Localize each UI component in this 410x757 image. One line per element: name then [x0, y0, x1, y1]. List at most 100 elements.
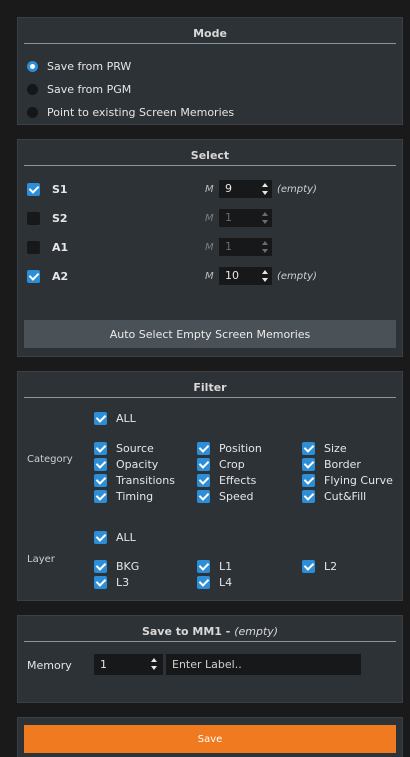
- radio-button[interactable]: [27, 83, 38, 95]
- memory-number-input[interactable]: 9: [219, 180, 272, 198]
- select-row-s1: S1 M 9 (empty): [27, 180, 397, 198]
- select-row-s2: S2 M 1: [27, 209, 397, 227]
- checkbox-label: BKG: [116, 559, 140, 573]
- checkbox-label: Size: [324, 441, 347, 455]
- mode-panel: Mode Save from PRW Save from PGM Point t…: [17, 17, 403, 125]
- filter-title: Filter: [193, 381, 227, 394]
- checkbox-label: Flying Curve: [324, 473, 393, 487]
- checkbox[interactable]: [302, 489, 315, 503]
- category-source[interactable]: Source: [94, 441, 154, 455]
- category-speed[interactable]: Speed: [197, 489, 253, 503]
- radio-label: Save from PGM: [47, 82, 132, 96]
- memory-number-input[interactable]: 1: [219, 209, 272, 227]
- layer-l1[interactable]: L1: [197, 559, 232, 573]
- category-position[interactable]: Position: [197, 441, 262, 455]
- memory-number-value: 1: [100, 658, 107, 671]
- checkbox-label: L3: [116, 575, 130, 589]
- category-cut-fill[interactable]: Cut&Fill: [302, 489, 366, 503]
- radio-save-from-pgm[interactable]: Save from PGM: [27, 81, 131, 97]
- checkbox[interactable]: [94, 473, 107, 487]
- save-button[interactable]: Save: [24, 725, 396, 753]
- radio-save-from-prw[interactable]: Save from PRW: [27, 58, 131, 74]
- radio-button[interactable]: [27, 60, 38, 72]
- m-label: M: [205, 241, 214, 253]
- category-transitions[interactable]: Transitions: [94, 473, 175, 487]
- save-to-note: (empty): [234, 625, 279, 638]
- category-border[interactable]: Border: [302, 457, 361, 471]
- checkbox-s1[interactable]: [27, 182, 40, 196]
- checkbox-s2[interactable]: [27, 211, 40, 225]
- memory-number-value: 9: [225, 182, 232, 195]
- checkbox[interactable]: [94, 457, 107, 471]
- select-header: Select: [24, 149, 396, 166]
- category-flying-curve[interactable]: Flying Curve: [302, 473, 393, 487]
- checkbox[interactable]: [94, 489, 107, 503]
- checkbox[interactable]: [197, 489, 210, 503]
- category-all-checkbox[interactable]: ALL: [94, 411, 136, 425]
- checkbox[interactable]: [94, 441, 107, 455]
- memory-number-input[interactable]: 1: [219, 238, 272, 256]
- checkbox[interactable]: [94, 575, 107, 589]
- select-row-a2: A2 M 10 (empty): [27, 267, 397, 285]
- checkbox-label: Cut&Fill: [324, 489, 367, 503]
- memory-number-value: 10: [225, 269, 239, 282]
- checkbox[interactable]: [302, 473, 315, 487]
- select-panel: Select S1 M 9 (empty) S2 M 1 A1 M 1 A2 M: [17, 139, 403, 357]
- category-effects[interactable]: Effects: [197, 473, 256, 487]
- select-title: Select: [190, 149, 230, 162]
- checkbox[interactable]: [197, 575, 210, 589]
- spinner-arrows-icon[interactable]: [262, 183, 269, 195]
- spinner-arrows-icon[interactable]: [151, 658, 158, 670]
- checkbox[interactable]: [197, 441, 210, 455]
- layer-label: Layer: [27, 554, 55, 565]
- layer-all-checkbox[interactable]: ALL: [94, 530, 136, 544]
- spinner-arrows-icon[interactable]: [262, 270, 269, 282]
- radio-point-to-existing[interactable]: Point to existing Screen Memories: [27, 104, 234, 120]
- row-label: A1: [52, 240, 69, 254]
- checkbox-label: Effects: [219, 473, 257, 487]
- layer-bkg[interactable]: BKG: [94, 559, 139, 573]
- row-label: A2: [52, 269, 69, 283]
- checkbox-label: Crop: [219, 457, 245, 471]
- checkbox-label: L2: [324, 559, 338, 573]
- memory-number-input[interactable]: 1: [94, 654, 163, 675]
- radio-button[interactable]: [27, 106, 38, 118]
- save-to-panel: Save to MM1 - (empty) Memory 1: [17, 615, 403, 703]
- checkbox[interactable]: [94, 411, 107, 425]
- memory-number-input[interactable]: 10: [219, 267, 272, 285]
- save-panel: Save: [17, 717, 403, 757]
- checkbox[interactable]: [94, 559, 107, 573]
- select-row-a1: A1 M 1: [27, 238, 397, 256]
- checkbox-label: Opacity: [116, 457, 159, 471]
- checkbox[interactable]: [302, 559, 315, 573]
- memory-number-value: 1: [225, 240, 232, 253]
- layer-l3[interactable]: L3: [94, 575, 129, 589]
- label-input[interactable]: [166, 654, 361, 675]
- layer-l4[interactable]: L4: [197, 575, 232, 589]
- checkbox[interactable]: [197, 473, 210, 487]
- spinner-arrows-icon[interactable]: [262, 212, 269, 224]
- save-to-header: Save to MM1 - (empty): [24, 625, 396, 642]
- checkbox-label: Border: [324, 457, 361, 471]
- checkbox[interactable]: [302, 457, 315, 471]
- category-crop[interactable]: Crop: [197, 457, 245, 471]
- checkbox-a2[interactable]: [27, 269, 40, 283]
- auto-select-button[interactable]: Auto Select Empty Screen Memories: [24, 320, 396, 348]
- category-size[interactable]: Size: [302, 441, 347, 455]
- checkbox-a1[interactable]: [27, 240, 40, 254]
- checkbox[interactable]: [94, 530, 107, 544]
- checkbox-label: ALL: [116, 530, 136, 544]
- layer-l2[interactable]: L2: [302, 559, 337, 573]
- category-label: Category: [27, 454, 73, 465]
- category-timing[interactable]: Timing: [94, 489, 153, 503]
- checkbox[interactable]: [302, 441, 315, 455]
- empty-note: (empty): [277, 183, 317, 195]
- checkbox[interactable]: [197, 457, 210, 471]
- checkbox[interactable]: [197, 559, 210, 573]
- mode-header: Mode: [24, 27, 396, 44]
- empty-note: (empty): [277, 270, 317, 282]
- checkbox-label: Position: [219, 441, 262, 455]
- spinner-arrows-icon[interactable]: [262, 241, 269, 253]
- category-opacity[interactable]: Opacity: [94, 457, 158, 471]
- m-label: M: [205, 183, 214, 195]
